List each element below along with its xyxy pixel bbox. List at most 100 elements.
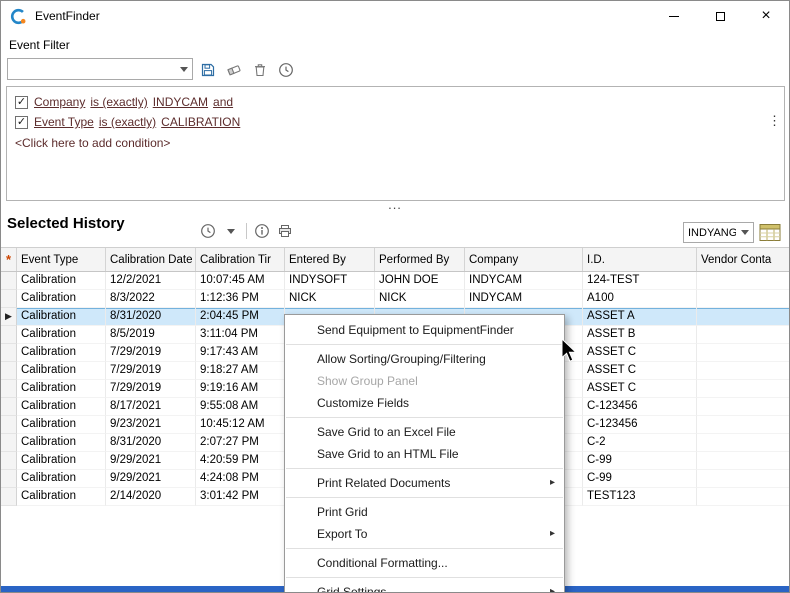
save-filter-button[interactable] (200, 62, 216, 78)
print-button[interactable] (277, 223, 293, 239)
grid-cell[interactable]: Calibration (17, 272, 106, 290)
grid-cell[interactable]: 8/17/2021 (106, 398, 196, 416)
row-indicator[interactable] (1, 434, 17, 452)
grid-cell[interactable]: 3:01:42 PM (196, 488, 285, 506)
maximize-button[interactable] (697, 1, 743, 31)
row-indicator[interactable] (1, 326, 17, 344)
grid-cell[interactable]: Calibration (17, 362, 106, 380)
grid-cell[interactable]: 4:20:59 PM (196, 452, 285, 470)
menu-item[interactable]: Print Grid (285, 501, 564, 523)
grid-cell[interactable]: 8/3/2022 (106, 290, 196, 308)
column-header[interactable]: Company (465, 248, 583, 271)
splitter-handle[interactable]: ... (1, 199, 789, 211)
grid-cell[interactable]: Calibration (17, 290, 106, 308)
menu-item[interactable]: Grid Settings▸ (285, 581, 564, 593)
grid-cell[interactable]: Calibration (17, 344, 106, 362)
grid-cell[interactable]: 2:07:27 PM (196, 434, 285, 452)
grid-cell[interactable]: 9/29/2021 (106, 452, 196, 470)
grid-cell[interactable]: 7/29/2019 (106, 344, 196, 362)
grid-cell[interactable]: INDYCAM (465, 272, 583, 290)
column-header[interactable]: Calibration Tir (196, 248, 285, 271)
grid-cell[interactable]: 124-TEST (583, 272, 697, 290)
condition-checkbox-0[interactable]: ✓ (15, 96, 28, 109)
grid-cell[interactable]: 3:11:04 PM (196, 326, 285, 344)
grid-cell[interactable] (697, 416, 790, 434)
equipment-grid-button[interactable] (758, 221, 782, 243)
grid-cell[interactable]: ASSET C (583, 344, 697, 362)
chevron-down-icon[interactable] (175, 59, 192, 79)
clear-filter-button[interactable] (226, 62, 242, 78)
grid-cell[interactable]: Calibration (17, 326, 106, 344)
condition-field-link[interactable]: Company (34, 95, 85, 109)
row-indicator[interactable] (1, 380, 17, 398)
grid-cell[interactable]: 1:12:36 PM (196, 290, 285, 308)
filter-history-button[interactable] (278, 62, 294, 78)
grid-cell[interactable] (697, 362, 790, 380)
grid-cell[interactable]: 8/5/2019 (106, 326, 196, 344)
grid-cell[interactable]: Calibration (17, 416, 106, 434)
row-indicator[interactable] (1, 290, 17, 308)
chevron-down-icon[interactable] (736, 223, 753, 242)
grid-cell[interactable]: Calibration (17, 434, 106, 452)
menu-item[interactable]: Save Grid to an HTML File (285, 443, 564, 465)
grid-cell[interactable] (697, 398, 790, 416)
grid-cell[interactable]: 4:24:08 PM (196, 470, 285, 488)
column-header[interactable]: I.D. (583, 248, 697, 271)
grid-cell[interactable]: A100 (583, 290, 697, 308)
history-clock-button[interactable] (200, 223, 216, 239)
row-indicator[interactable] (1, 452, 17, 470)
column-header[interactable]: Entered By (285, 248, 375, 271)
grid-cell[interactable]: 9/29/2021 (106, 470, 196, 488)
grid-cell[interactable] (697, 308, 790, 326)
condition-value-link[interactable]: INDYCAM (153, 95, 208, 109)
grid-cell[interactable]: Calibration (17, 470, 106, 488)
grid-cell[interactable]: C-123456 (583, 416, 697, 434)
minimize-button[interactable] (651, 1, 697, 31)
grid-cell[interactable]: ASSET A (583, 308, 697, 326)
grid-cell[interactable]: JOHN DOE (375, 272, 465, 290)
grid-cell[interactable]: NICK (375, 290, 465, 308)
grid-cell[interactable]: Calibration (17, 380, 106, 398)
grid-cell[interactable]: ASSET B (583, 326, 697, 344)
grid-cell[interactable]: 8/31/2020 (106, 308, 196, 326)
grid-cell[interactable]: 9:19:16 AM (196, 380, 285, 398)
history-dropdown-button[interactable] (223, 223, 239, 239)
grid-cell[interactable]: Calibration (17, 398, 106, 416)
grid-cell[interactable]: 9:55:08 AM (196, 398, 285, 416)
grid-cell[interactable]: C-99 (583, 452, 697, 470)
grid-cell[interactable] (697, 470, 790, 488)
grid-cell[interactable]: 8/31/2020 (106, 434, 196, 452)
menu-item[interactable]: Send Equipment to EquipmentFinder (285, 319, 564, 341)
grid-cell[interactable]: Calibration (17, 488, 106, 506)
condition-value-link[interactable]: CALIBRATION (161, 115, 240, 129)
grid-cell[interactable]: 10:07:45 AM (196, 272, 285, 290)
grid-cell[interactable]: INDYSOFT (285, 272, 375, 290)
menu-item[interactable]: Print Related Documents▸ (285, 472, 564, 494)
grid-cell[interactable]: TEST123 (583, 488, 697, 506)
grid-cell[interactable] (697, 344, 790, 362)
grid-cell[interactable]: INDYCAM (465, 290, 583, 308)
delete-filter-button[interactable] (252, 62, 268, 78)
grid-cell[interactable]: 2/14/2020 (106, 488, 196, 506)
condition-checkbox-1[interactable]: ✓ (15, 116, 28, 129)
grid-cell[interactable]: 9/23/2021 (106, 416, 196, 434)
user-combobox[interactable]: INDYANG (683, 222, 754, 243)
menu-item[interactable]: Save Grid to an Excel File (285, 421, 564, 443)
grid-cell[interactable]: 10:45:12 AM (196, 416, 285, 434)
grid-cell[interactable]: 2:04:45 PM (196, 308, 285, 326)
row-indicator[interactable] (1, 488, 17, 506)
filter-indicator-header[interactable]: * (1, 248, 17, 271)
filter-conditions-panel[interactable]: ✓ Company is (exactly) INDYCAM and ✓ Eve… (6, 86, 785, 201)
grid-cell[interactable] (697, 488, 790, 506)
row-indicator[interactable] (1, 398, 17, 416)
info-button[interactable] (254, 223, 270, 239)
grid-cell[interactable] (697, 434, 790, 452)
column-header[interactable]: Vendor Conta (697, 248, 790, 271)
filter-combobox[interactable] (7, 58, 193, 80)
row-indicator[interactable] (1, 470, 17, 488)
condition-operator-link[interactable]: is (exactly) (90, 95, 147, 109)
row-indicator[interactable]: ▶ (1, 308, 17, 326)
condition-operator-link[interactable]: is (exactly) (99, 115, 156, 129)
row-indicator[interactable] (1, 272, 17, 290)
menu-item[interactable]: Allow Sorting/Grouping/Filtering (285, 348, 564, 370)
